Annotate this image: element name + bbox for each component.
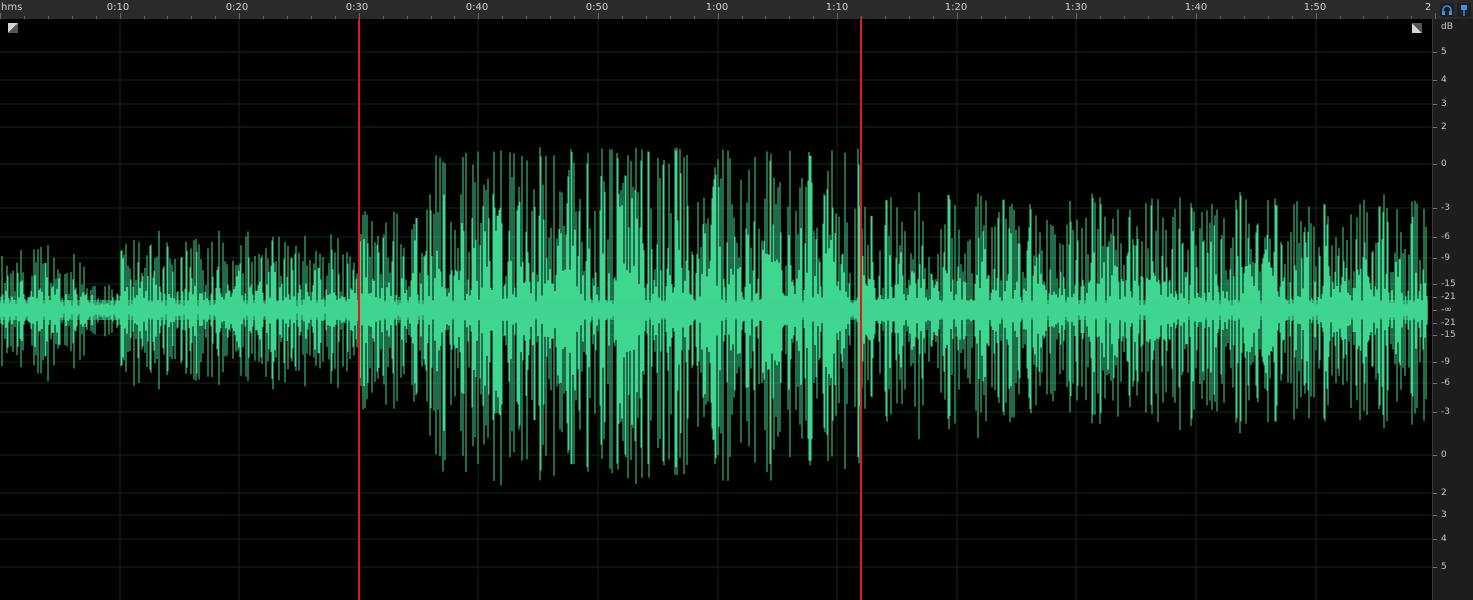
db-label: -6 (1441, 378, 1450, 388)
db-tick (1433, 412, 1437, 413)
ruler-tick-label: 0:20 (225, 2, 249, 13)
db-label: -3 (1441, 203, 1450, 213)
db-tick (1433, 455, 1437, 456)
ruler-tick-label: 1:30 (1064, 2, 1088, 13)
db-label: 5 (1441, 562, 1447, 572)
db-tick (1433, 237, 1437, 238)
db-label: 5 (1441, 47, 1447, 57)
waveform-core (0, 300, 1428, 320)
ruler-tick-label: 1:10 (825, 2, 849, 13)
ruler-unit-label: hms (1, 2, 23, 13)
zoom-corner-icon[interactable] (1412, 23, 1422, 33)
ruler-tick-label: 1:20 (944, 2, 968, 13)
ruler-tick-label: 1:50 (1303, 2, 1327, 13)
db-tick (1433, 539, 1437, 540)
db-tick (1433, 383, 1437, 384)
db-tick (1433, 493, 1437, 494)
ruler-tick-label: 0:50 (585, 2, 609, 13)
waveform-panel[interactable] (0, 19, 1432, 600)
db-tick (1433, 258, 1437, 259)
db-tick (1433, 323, 1437, 324)
db-scale: dB 5 4 3 2 0 -3 -6 -9 -15 -21 -∞ -21 -15… (1432, 19, 1473, 600)
db-tick (1433, 208, 1437, 209)
ruler-tick-label: 1:00 (705, 2, 729, 13)
db-tick (1433, 567, 1437, 568)
db-label: -9 (1441, 357, 1450, 367)
ruler-tick-label: 0:40 (465, 2, 489, 13)
db-label: -3 (1441, 407, 1450, 417)
db-label: -9 (1441, 253, 1450, 263)
db-label: 0 (1441, 450, 1447, 460)
db-label: 3 (1441, 99, 1447, 109)
db-tick (1433, 284, 1437, 285)
db-tick (1433, 362, 1437, 363)
db-label: 0 (1441, 159, 1447, 169)
db-label: -∞ (1441, 305, 1452, 315)
db-label: -21 (1441, 318, 1456, 328)
db-tick (1433, 515, 1437, 516)
db-tick (1433, 335, 1437, 336)
db-tick (1433, 310, 1437, 311)
db-label: -15 (1441, 330, 1456, 340)
waveform-canvas[interactable] (0, 19, 1432, 600)
db-tick (1433, 104, 1437, 105)
db-label: -6 (1441, 232, 1450, 242)
db-label: 4 (1441, 534, 1447, 544)
db-label: -15 (1441, 279, 1456, 289)
db-tick (1433, 127, 1437, 128)
db-label: 3 (1441, 510, 1447, 520)
headphone-icon[interactable] (1440, 2, 1454, 17)
ruler-tick-label: 0:30 (345, 2, 369, 13)
db-tick (1433, 80, 1437, 81)
ruler-tick-label: 0:10 (106, 2, 130, 13)
pin-icon[interactable] (1457, 2, 1471, 17)
db-label: 4 (1441, 75, 1447, 85)
db-unit-label: dB (1441, 22, 1453, 32)
db-tick (1433, 52, 1437, 53)
db-label: -21 (1441, 292, 1456, 302)
time-ruler[interactable]: hms 0:10 0:20 0:30 0:40 0:50 1:00 1:10 1… (0, 0, 1473, 20)
db-tick (1433, 164, 1437, 165)
ruler-tick-label: 2 (1424, 2, 1432, 13)
zoom-corner-icon[interactable] (8, 23, 18, 33)
db-tick (1433, 297, 1437, 298)
db-label: 2 (1441, 488, 1447, 498)
ruler-tick-label: 1:40 (1184, 2, 1208, 13)
db-label: 2 (1441, 122, 1447, 132)
